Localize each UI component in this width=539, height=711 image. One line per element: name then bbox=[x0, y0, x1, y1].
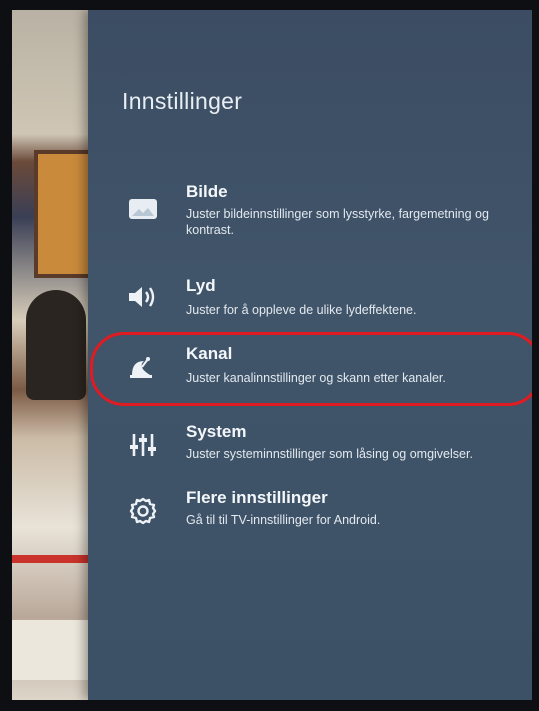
menu-item-label: System bbox=[186, 422, 247, 441]
menu-item-label: Bilde bbox=[186, 182, 228, 201]
sliders-icon bbox=[126, 430, 160, 460]
menu-item-bilde[interactable]: Bilde Juster bildeinnstillinger som lyss… bbox=[88, 170, 532, 237]
menu-item-description: Juster kanalinnstillinger og skann etter… bbox=[186, 371, 446, 385]
menu-item-system[interactable]: System Juster systeminnstillinger som lå… bbox=[88, 412, 532, 478]
menu-item-description: Gå til til TV-innstillinger for Android. bbox=[186, 513, 381, 527]
menu-item-flere-innstillinger[interactable]: Flere innstillinger Gå til til TV-innsti… bbox=[88, 478, 532, 544]
menu-item-lyd[interactable]: Lyd Juster for å oppleve de ulike lydeff… bbox=[88, 264, 532, 330]
video-red-stripe bbox=[12, 555, 92, 563]
picture-icon bbox=[126, 194, 160, 224]
menu-item-description: Juster bildeinnstillinger som lysstyrke,… bbox=[186, 207, 489, 237]
menu-item-description: Juster systeminnstillinger som låsing og… bbox=[186, 447, 473, 461]
menu-item-label: Kanal bbox=[186, 344, 233, 363]
satellite-dish-icon bbox=[126, 352, 160, 382]
menu-item-label: Lyd bbox=[186, 276, 216, 295]
video-person-shape bbox=[26, 290, 86, 400]
menu-item-description: Juster for å oppleve de ulike lydeffekte… bbox=[186, 303, 417, 317]
video-table-shape bbox=[12, 620, 92, 680]
background-video bbox=[12, 10, 100, 700]
gear-icon bbox=[126, 496, 160, 526]
speaker-icon bbox=[126, 282, 160, 312]
panel-title: Innstillinger bbox=[122, 88, 243, 114]
menu-item-kanal[interactable]: Kanal Juster kanalinnstillinger og skann… bbox=[88, 334, 532, 400]
tv-frame: Innstillinger Bilde Juster bildeinnstill… bbox=[0, 0, 539, 711]
settings-panel: Innstillinger Bilde Juster bildeinnstill… bbox=[88, 10, 532, 700]
menu-item-label: Flere innstillinger bbox=[186, 488, 328, 507]
tv-screen: Innstillinger Bilde Juster bildeinnstill… bbox=[12, 10, 532, 700]
